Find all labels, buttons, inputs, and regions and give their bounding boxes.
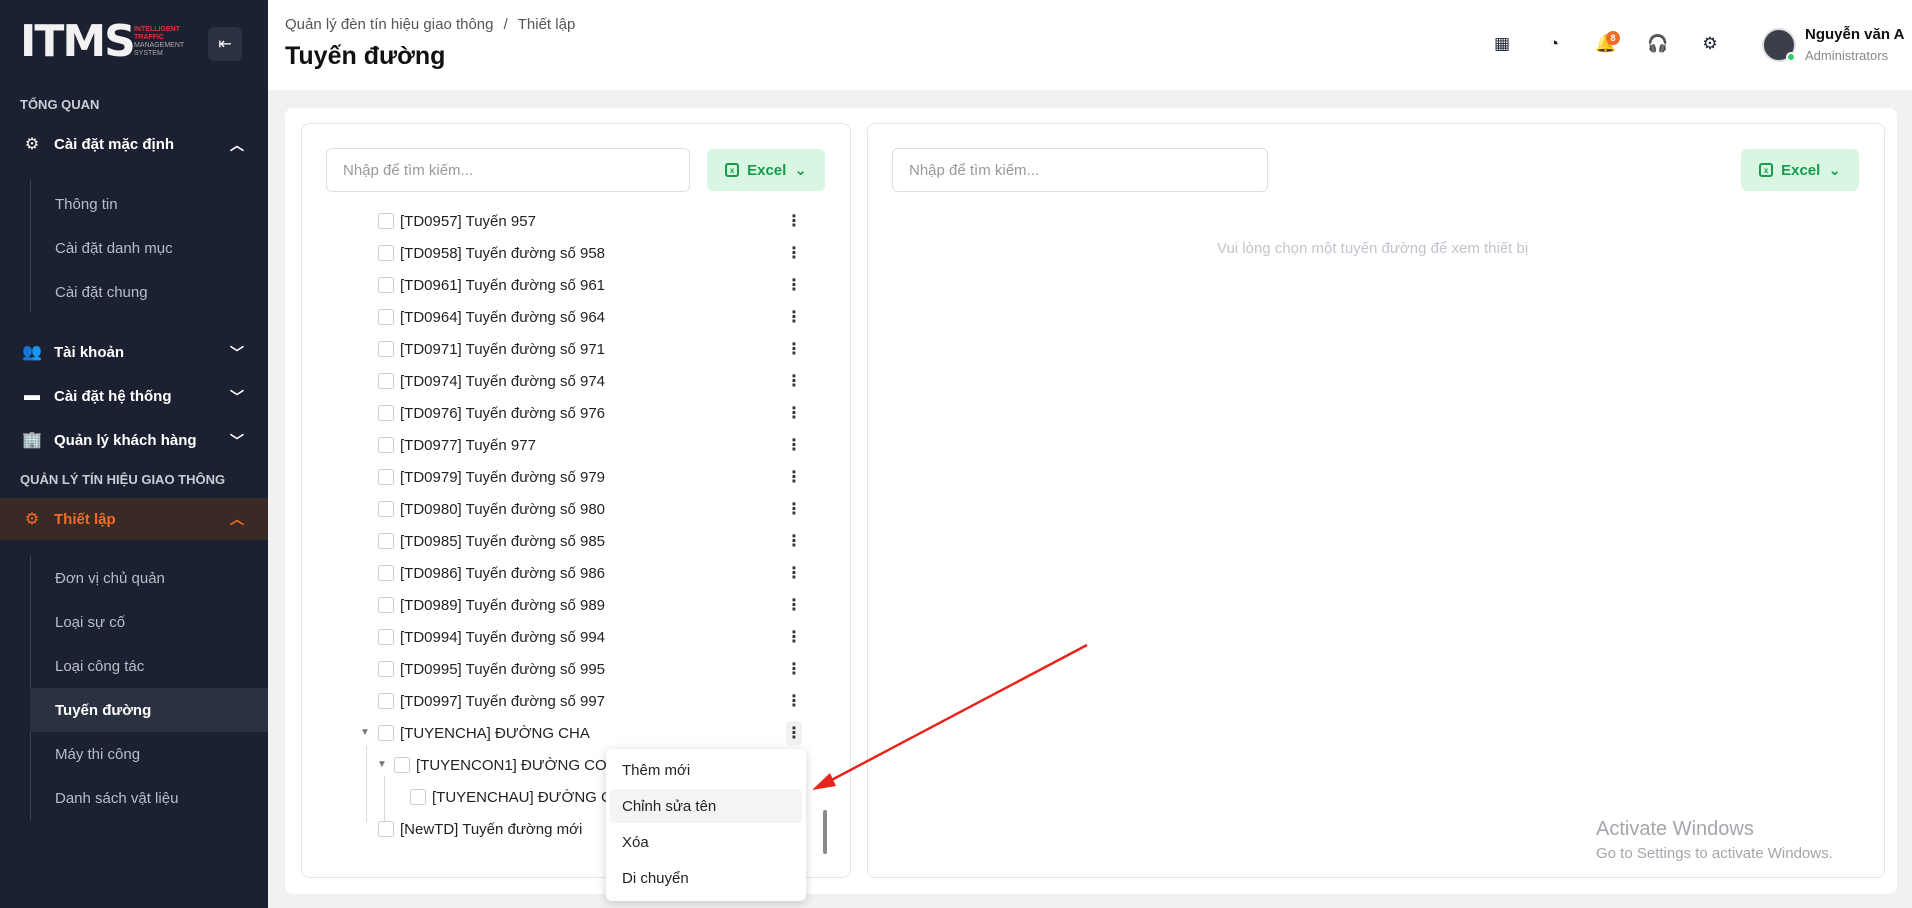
annotation-arrow (812, 643, 1088, 790)
watermark-subtitle: Go to Settings to activate Windows. (1596, 845, 1833, 862)
activate-windows-watermark: Activate Windows Go to Settings to activ… (1596, 818, 1833, 862)
watermark-title: Activate Windows (1596, 818, 1754, 840)
